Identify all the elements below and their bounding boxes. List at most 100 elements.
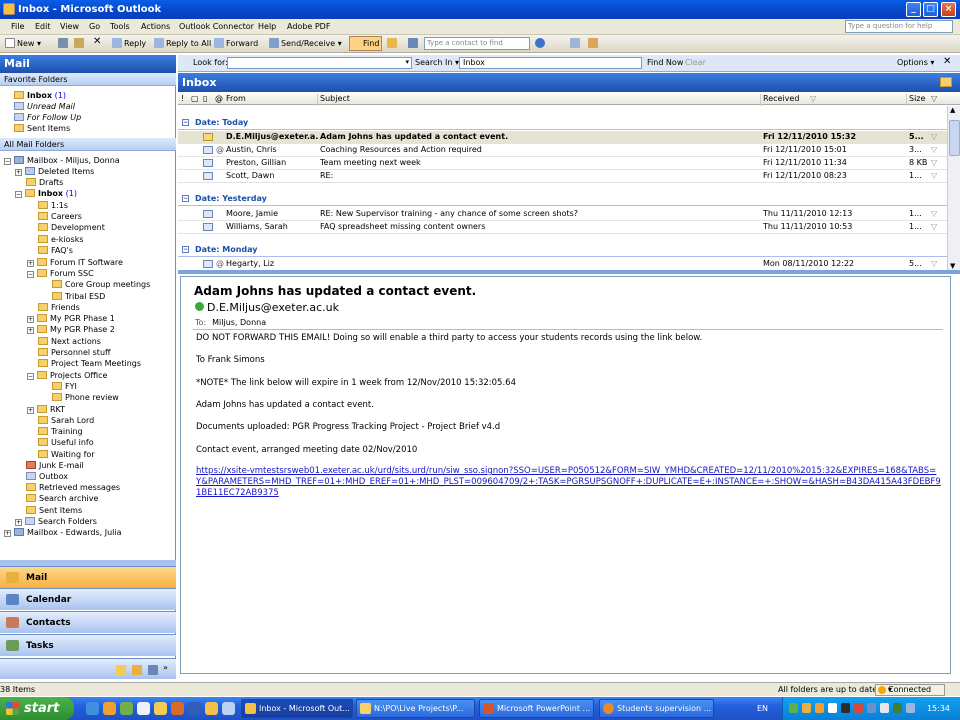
- minimize-button[interactable]: _: [906, 2, 921, 17]
- tree-junk-email[interactable]: Junk E-mail: [26, 460, 84, 471]
- connection-status[interactable]: Connected ▾: [875, 684, 945, 696]
- tracking-link[interactable]: https://xsite-vmtestsrsweb01.exeter.ac.u…: [196, 466, 941, 499]
- folder-quick-icon[interactable]: [205, 702, 218, 715]
- flag-status-column-icon[interactable]: ▯: [203, 94, 207, 103]
- column-subject[interactable]: Subject: [320, 94, 350, 103]
- tree-folder[interactable]: + Forum IT Software: [27, 257, 123, 268]
- nav-mail-button[interactable]: Mail: [0, 566, 176, 588]
- tree-folder[interactable]: e-kiosks: [38, 234, 84, 245]
- sync-icon[interactable]: [588, 38, 598, 48]
- menu-tools[interactable]: Tools: [110, 22, 130, 31]
- tree-folder[interactable]: − Forum SSC: [27, 268, 94, 279]
- outlook-connector-icon[interactable]: [570, 38, 580, 48]
- tree-folder[interactable]: FYI: [52, 381, 77, 392]
- scrollbar-thumb[interactable]: [949, 120, 960, 156]
- tray-icon[interactable]: [880, 703, 889, 713]
- collapse-group-icon[interactable]: −: [182, 119, 189, 126]
- find-button[interactable]: Find: [349, 36, 382, 51]
- menu-file[interactable]: File: [11, 22, 24, 31]
- menu-view[interactable]: View: [60, 22, 79, 31]
- tree-folder[interactable]: Waiting for: [38, 449, 95, 460]
- find-contact-input[interactable]: Type a contact to find: [424, 37, 530, 50]
- taskbar-powerpoint[interactable]: Microsoft PowerPoint ...: [479, 699, 594, 718]
- forward-button[interactable]: Forward: [214, 38, 258, 50]
- notes-icon[interactable]: [116, 665, 126, 675]
- favorite-follow-up[interactable]: For Follow Up: [14, 112, 81, 123]
- tree-folder[interactable]: Retrieved messages: [26, 482, 120, 493]
- flag-icon[interactable]: ▽: [931, 157, 937, 169]
- tray-icon[interactable]: [815, 703, 824, 713]
- nav-calendar-button[interactable]: Calendar: [0, 588, 176, 610]
- scroll-up-icon[interactable]: ▲: [950, 106, 955, 114]
- search-in-button[interactable]: Search In ▾: [415, 58, 459, 67]
- outlook-quick-icon[interactable]: [154, 702, 167, 715]
- tray-icon[interactable]: [789, 703, 798, 713]
- flag-column-icon[interactable]: ▽: [931, 94, 937, 103]
- folder-list-icon[interactable]: [132, 665, 142, 675]
- network-icon[interactable]: [893, 703, 902, 713]
- new-button[interactable]: New ▾: [5, 38, 41, 50]
- powerpoint-quick-icon[interactable]: [171, 702, 184, 715]
- configure-buttons-icon[interactable]: »: [163, 663, 168, 672]
- tree-folder[interactable]: Core Group meetings: [52, 279, 150, 290]
- group-header-today[interactable]: − Date: Today: [178, 116, 947, 130]
- clock[interactable]: 15:34: [927, 697, 950, 720]
- message-row[interactable]: Preston, Gillian Team meeting next week Fr…: [178, 157, 947, 170]
- menu-actions[interactable]: Actions: [141, 22, 170, 31]
- tree-folder[interactable]: + RKT: [27, 404, 65, 415]
- flag-icon[interactable]: ▽: [931, 131, 937, 143]
- message-row[interactable]: Williams, Sarah FAQ spreadsheet missing c…: [178, 221, 947, 234]
- dropdown-arrow-icon[interactable]: ▾: [405, 58, 409, 66]
- tree-mailbox-edwards[interactable]: + Mailbox - Edwards, Julia: [4, 527, 122, 538]
- importance-column-icon[interactable]: !: [181, 94, 184, 103]
- favorite-folders-header[interactable]: Favorite Folders: [0, 73, 176, 86]
- tree-folder[interactable]: Tribal ESD: [52, 291, 105, 302]
- tree-folder[interactable]: − Projects Office: [27, 370, 107, 381]
- close-search-icon[interactable]: ✕: [943, 56, 951, 67]
- taskbar-explorer[interactable]: N:\PO\Live Projects\P...: [356, 699, 475, 718]
- reading-pane-splitter[interactable]: [178, 270, 960, 274]
- shortcuts-icon[interactable]: [148, 665, 158, 675]
- desktop-icon[interactable]: [120, 702, 133, 715]
- flag-icon[interactable]: ▽: [931, 258, 937, 270]
- tree-folder[interactable]: Sarah Lord: [38, 415, 94, 426]
- message-row[interactable]: Moore, Jamie RE: New Supervisor training …: [178, 208, 947, 221]
- tray-icon[interactable]: [828, 703, 837, 713]
- find-now-button[interactable]: Find Now: [647, 58, 683, 67]
- favorite-sent-items[interactable]: Sent Items: [14, 123, 70, 134]
- quicklaunch-icon[interactable]: [137, 702, 150, 715]
- message-row[interactable]: Scott, Dawn RE: Fri 12/11/2010 08:23 1... ▽: [178, 170, 947, 183]
- tree-folder[interactable]: + My PGR Phase 1: [27, 313, 115, 324]
- firefox-icon[interactable]: [103, 702, 116, 715]
- close-button[interactable]: ×: [941, 2, 956, 17]
- message-list-scrollbar[interactable]: ▲ ▼: [947, 106, 960, 270]
- taskbar-firefox[interactable]: Students supervision ...: [599, 699, 714, 718]
- tree-folder[interactable]: Friends: [38, 302, 80, 313]
- flag-icon[interactable]: ▽: [931, 170, 937, 182]
- to-value[interactable]: Miljus, Donna: [212, 318, 266, 327]
- ie-icon[interactable]: [86, 702, 99, 715]
- word-quick-icon[interactable]: [188, 702, 201, 715]
- help-search-input[interactable]: Type a question for help: [845, 20, 953, 33]
- nav-tasks-button[interactable]: Tasks: [0, 634, 176, 656]
- start-button[interactable]: start: [0, 697, 74, 720]
- tree-folder[interactable]: + My PGR Phase 2: [27, 324, 115, 335]
- tree-deleted-items[interactable]: + Deleted Items: [15, 166, 94, 177]
- taskbar-outlook[interactable]: Inbox - Microsoft Out...: [241, 699, 353, 718]
- flag-icon[interactable]: ▽: [931, 221, 937, 233]
- collapse-group-icon[interactable]: −: [182, 246, 189, 253]
- nav-contacts-button[interactable]: Contacts: [0, 611, 176, 633]
- organize-icon[interactable]: [387, 38, 397, 48]
- collapse-group-icon[interactable]: −: [182, 195, 189, 202]
- delete-icon[interactable]: ✕: [93, 36, 101, 48]
- tree-folder[interactable]: Phone review: [52, 392, 119, 403]
- tree-folder[interactable]: Personnel stuff: [38, 347, 111, 358]
- tree-folder[interactable]: FAQ's: [38, 245, 73, 256]
- look-for-input[interactable]: ▾: [227, 57, 412, 69]
- message-row[interactable]: D.E.Miljus@exeter.a... Adam Johns has upd…: [178, 131, 947, 144]
- tray-icon[interactable]: [841, 703, 850, 713]
- clear-button[interactable]: Clear: [685, 58, 706, 67]
- message-sender[interactable]: D.E.Miljus@exeter.ac.uk: [195, 301, 339, 314]
- scroll-down-icon[interactable]: ▼: [950, 262, 955, 270]
- help-icon[interactable]: [535, 38, 545, 48]
